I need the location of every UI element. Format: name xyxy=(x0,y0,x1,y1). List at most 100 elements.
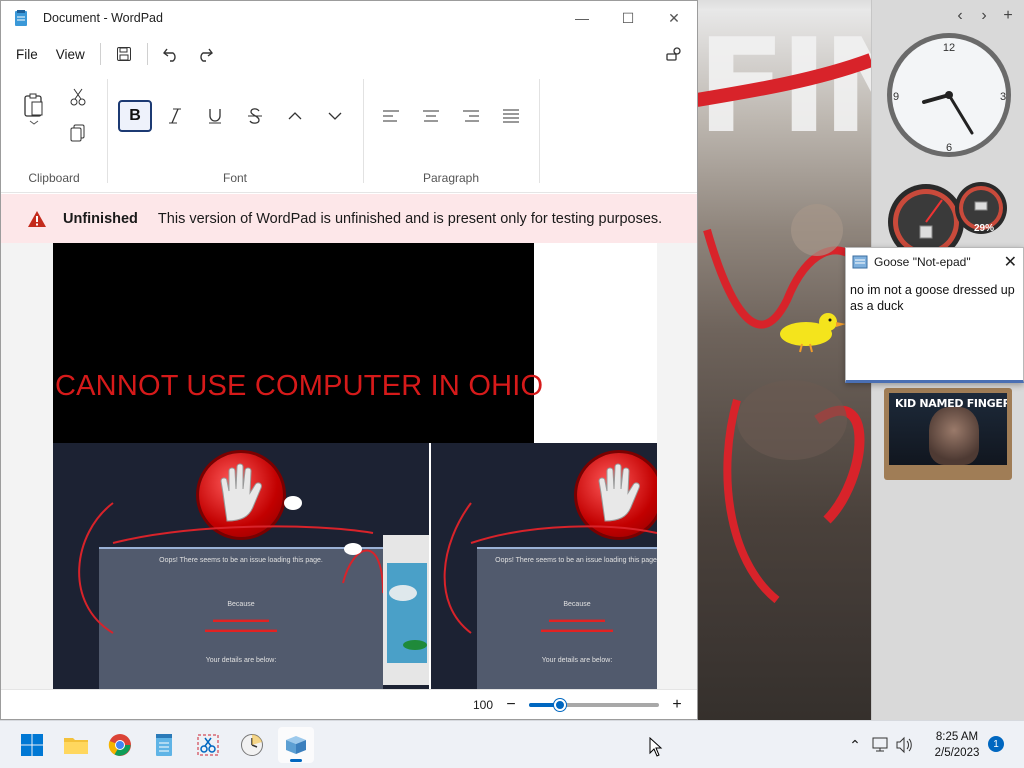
taskbar-wordpad[interactable] xyxy=(278,727,314,763)
volume-icon[interactable] xyxy=(895,736,913,754)
chrome-icon xyxy=(108,734,131,756)
title-bar[interactable]: Document - WordPad — ☐ ✕ xyxy=(1,1,697,35)
infobar-label: Unfinished xyxy=(63,210,138,227)
slideshow-caption: KID NAMED FINGER xyxy=(895,397,1007,410)
embedded-screenshot-left: Oops! There seems to be an issue loading… xyxy=(53,443,429,689)
notepad-icon xyxy=(852,255,868,269)
underline-button[interactable] xyxy=(198,100,232,132)
add-gadget-icon[interactable]: + xyxy=(998,6,1018,26)
font-group: B Font xyxy=(107,81,363,189)
subscript-button[interactable] xyxy=(318,100,352,132)
zoom-in-button[interactable]: + xyxy=(669,696,685,714)
clipboard-group: Clipboard xyxy=(1,81,107,189)
paste-button[interactable] xyxy=(17,87,51,131)
bold-icon: B xyxy=(129,107,141,124)
close-icon[interactable]: ✕ xyxy=(1004,252,1017,272)
start-button[interactable] xyxy=(14,727,50,763)
screenshot-scribbles xyxy=(443,502,657,634)
chevron-right-icon[interactable]: › xyxy=(974,6,994,26)
network-icon[interactable] xyxy=(871,736,891,754)
paragraph-label: Paragraph xyxy=(422,171,480,185)
save-button[interactable] xyxy=(107,39,141,69)
undo-icon xyxy=(162,48,176,62)
clock-gadget[interactable]: 12 3 6 9 xyxy=(884,30,1014,160)
clock-numeral-6: 6 xyxy=(946,142,952,154)
window-title: Document - WordPad xyxy=(43,11,163,25)
clipboard-label: Clipboard xyxy=(28,171,80,185)
document-page[interactable]: CANNOT USE COMPUTER IN OHIO Oops! There … xyxy=(53,243,657,689)
notification-badge[interactable]: 1 xyxy=(988,736,1004,752)
windows-logo-icon xyxy=(21,734,43,756)
screenshot-scribbles xyxy=(78,496,429,685)
taskbar-snipping-tool[interactable] xyxy=(190,727,226,763)
chevron-left-icon[interactable]: ‹ xyxy=(950,6,970,26)
snipping-tool-icon xyxy=(197,734,219,756)
taskbar-file-explorer[interactable] xyxy=(58,727,94,763)
align-right-button[interactable] xyxy=(454,100,488,132)
save-icon xyxy=(116,47,131,61)
note-text[interactable]: no im not a goose dressed up as a duck xyxy=(846,276,1023,320)
chevron-up-icon xyxy=(288,112,302,120)
chevron-up-icon[interactable]: ⌃ xyxy=(845,737,865,754)
cut-button[interactable] xyxy=(61,81,95,113)
menu-view[interactable]: View xyxy=(47,41,94,68)
paragraph-group: Paragraph xyxy=(363,81,539,189)
zoom-slider-thumb[interactable] xyxy=(554,699,566,711)
document-headline: CANNOT USE COMPUTER IN OHIO xyxy=(55,370,544,402)
embedded-screenshot-right: Oops! There seems to be an issue loading… xyxy=(431,443,657,689)
align-center-icon xyxy=(423,110,439,122)
zoom-out-button[interactable]: − xyxy=(503,696,519,714)
copy-icon xyxy=(70,124,85,142)
paste-icon xyxy=(24,93,43,125)
slideshow-image: KID NAMED FINGER xyxy=(889,393,1007,465)
align-center-button[interactable] xyxy=(414,100,448,132)
clock-numeral-9: 9 xyxy=(893,91,899,103)
redo-button[interactable] xyxy=(188,39,222,69)
menu-bar: File View xyxy=(1,35,697,73)
align-left-button[interactable] xyxy=(374,100,408,132)
slideshow-gadget[interactable]: KID NAMED FINGER xyxy=(884,388,1012,480)
note-window[interactable]: Goose "Not-epad" ✕ no im not a goose dre… xyxy=(845,247,1024,383)
taskbar: ⌃ 8:25 AM 2/5/2023 xyxy=(0,720,1024,768)
note-title: Goose "Not-epad" xyxy=(874,255,971,269)
meter-percent: 29% xyxy=(974,223,994,234)
undo-button[interactable] xyxy=(154,39,188,69)
document-area[interactable]: CANNOT USE COMPUTER IN OHIO Oops! There … xyxy=(1,243,697,689)
desktop-duck[interactable] xyxy=(778,310,848,354)
unfinished-infobar: Unfinished This version of WordPad is un… xyxy=(1,194,697,243)
superscript-button[interactable] xyxy=(278,100,312,132)
taskbar-notepad[interactable] xyxy=(146,727,182,763)
maximize-button[interactable]: ☐ xyxy=(605,1,651,35)
close-button[interactable]: ✕ xyxy=(651,1,697,35)
taskbar-clock-app[interactable] xyxy=(234,727,270,763)
chevron-down-icon xyxy=(328,112,342,120)
scissors-icon xyxy=(70,88,86,106)
taskbar-time: 8:25 AM xyxy=(935,731,979,743)
embedded-image-black: CANNOT USE COMPUTER IN OHIO xyxy=(53,243,543,443)
infobar-message: This version of WordPad is unfinished an… xyxy=(157,210,663,227)
clock-numeral-12: 12 xyxy=(943,42,955,54)
settings-button[interactable] xyxy=(657,39,691,69)
clock-numeral-3: 3 xyxy=(1000,91,1006,103)
folder-icon xyxy=(64,738,88,754)
taskbar-chrome[interactable] xyxy=(102,727,138,763)
taskbar-clock[interactable]: 8:25 AM 2/5/2023 xyxy=(924,729,990,761)
system-tray: ⌃ xyxy=(845,721,913,768)
zoom-slider[interactable] xyxy=(529,699,659,711)
italic-button[interactable] xyxy=(158,100,192,132)
strikethrough-button[interactable] xyxy=(238,100,272,132)
strikethrough-icon xyxy=(248,108,262,124)
justify-icon xyxy=(503,109,519,123)
cpu-meter-gadget[interactable]: 29% xyxy=(884,180,1014,250)
minimize-button[interactable]: — xyxy=(559,1,605,35)
menu-file[interactable]: File xyxy=(7,41,47,68)
zoom-level: 100 xyxy=(472,698,493,712)
status-bar: 100 − + xyxy=(1,689,697,720)
note-titlebar: Goose "Not-epad" ✕ xyxy=(846,248,1023,276)
bold-button[interactable]: B xyxy=(118,100,152,132)
taskbar-date: 2/5/2023 xyxy=(934,747,980,759)
font-label: Font xyxy=(222,171,247,185)
copy-button[interactable] xyxy=(61,117,95,149)
sidebar-nav: ‹ › + xyxy=(950,6,1018,26)
justify-button[interactable] xyxy=(494,100,528,132)
